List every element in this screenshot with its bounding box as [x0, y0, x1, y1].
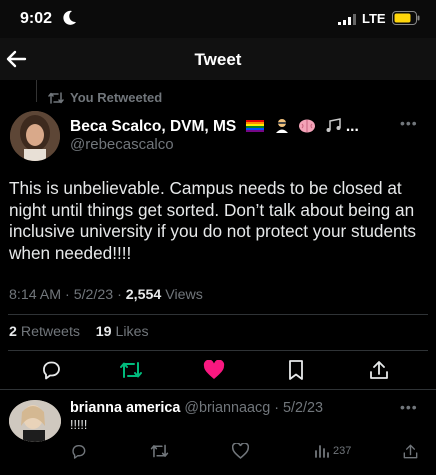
reply-display-name: brianna america [70, 400, 181, 416]
reply-avatar[interactable] [9, 400, 61, 442]
retweet-button[interactable] [118, 357, 144, 383]
share-button[interactable] [366, 357, 392, 383]
divider [8, 314, 428, 315]
battery-icon [392, 11, 420, 25]
reply-date: 5/2/23 [283, 400, 324, 416]
reply-share-button[interactable] [402, 441, 419, 461]
reply-button[interactable] [38, 357, 64, 383]
author-name[interactable]: Beca Scalco, DVM, MS ... [70, 117, 359, 136]
views-label: Views [165, 287, 203, 303]
more-icon[interactable]: ••• [400, 115, 418, 131]
meta-separator: · [270, 400, 284, 416]
bookmark-button[interactable] [283, 357, 309, 383]
scientist-emoji-icon [275, 119, 288, 133]
author-photo [10, 111, 60, 161]
reply-like-button[interactable] [232, 441, 249, 461]
status-bar: 9:02 LTE [0, 0, 436, 38]
more-icon[interactable]: ••• [400, 399, 418, 415]
reply-views-count: 237 [333, 445, 352, 457]
brain-emoji-icon [299, 119, 316, 133]
tweet-meta: 8:14 AM · 5/2/23 · 2,554 Views [9, 287, 203, 303]
heart-icon [203, 360, 225, 379]
page-title: Tweet [194, 50, 242, 69]
author-name-ellipsis: ... [345, 118, 359, 135]
author-handle[interactable]: @rebecascalco [70, 136, 174, 153]
moon-icon [63, 10, 76, 25]
retweets-count: 2 [9, 324, 17, 340]
nav-bar: Tweet [0, 38, 436, 80]
music-notes-emoji-icon [326, 118, 341, 132]
tweet-time: 8:14 AM [9, 287, 62, 303]
bookmark-icon [289, 360, 303, 380]
likes-count: 19 [95, 324, 112, 340]
share-icon [370, 361, 388, 379]
share-icon [403, 444, 418, 458]
views-count: 2,554 [125, 287, 162, 303]
meta-separator: · [117, 287, 126, 303]
retweet-icon [150, 444, 169, 458]
divider [8, 350, 428, 351]
like-button[interactable] [201, 357, 227, 383]
tweet-stats: 2 Retweets 19 Likes [9, 324, 149, 340]
thread-line [36, 80, 37, 102]
author-avatar[interactable] [10, 111, 60, 161]
network-label: LTE [362, 11, 386, 26]
reply-views-button[interactable]: 237 [314, 441, 351, 461]
divider [0, 389, 436, 390]
reply-author-photo [9, 400, 61, 442]
retweet-context-label: You Retweeted [70, 90, 163, 105]
heart-icon [232, 443, 249, 459]
tweet-text: This is unbelievable. Campus needs to be… [9, 178, 416, 263]
retweets-stat[interactable]: 2 Retweets [9, 324, 80, 340]
retweet-icon [120, 362, 142, 378]
retweet-context[interactable]: You Retweeted [48, 90, 162, 105]
likes-label: Likes [115, 324, 149, 340]
reply-retweet-button[interactable] [150, 441, 169, 461]
status-time: 9:02 [20, 10, 53, 27]
author-display-name: Beca Scalco, DVM, MS [70, 118, 237, 135]
retweets-label: Retweets [20, 324, 80, 340]
meta-separator: · [65, 287, 74, 303]
reply-icon [43, 361, 60, 380]
reply-reply-button[interactable] [70, 441, 87, 461]
rainbow-flag-icon [245, 120, 264, 132]
signal-icon [338, 14, 356, 25]
views-icon [315, 445, 329, 458]
retweet-icon [48, 91, 64, 104]
likes-stat[interactable]: 19 Likes [96, 324, 149, 340]
reply-text: !!!!! [70, 418, 88, 432]
reply-icon [72, 444, 86, 459]
reply-handle: @briannaacg [184, 400, 271, 416]
reply-author[interactable]: brianna america @briannaacg · 5/2/23 [70, 400, 323, 416]
tweet-date: 5/2/23 [73, 287, 114, 303]
